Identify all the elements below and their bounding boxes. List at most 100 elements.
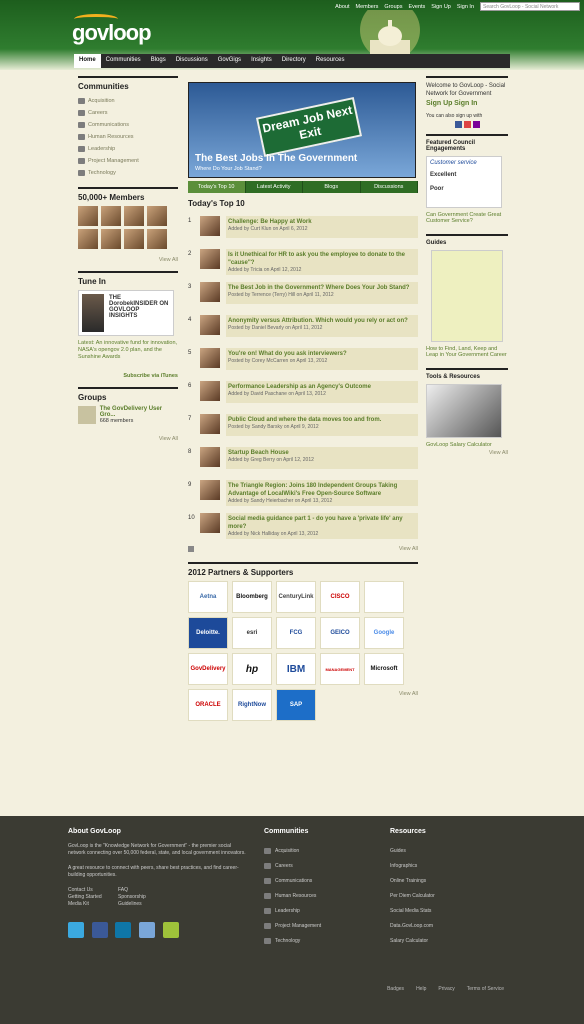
item-title[interactable]: Challenge: Be Happy at Work	[228, 218, 416, 226]
community-acquisition[interactable]: Acquisition	[78, 95, 178, 107]
avatar[interactable]	[101, 229, 121, 249]
signin-link[interactable]: Sign In	[457, 4, 474, 10]
google-icon[interactable]	[463, 121, 471, 128]
survey-image[interactable]: Customer service Excellent Poor	[426, 156, 502, 208]
avatar[interactable]	[124, 229, 144, 249]
about-link[interactable]: About	[335, 4, 349, 10]
rss-icon[interactable]	[188, 546, 194, 552]
terms-link[interactable]: Terms of Service	[467, 986, 504, 992]
nav-blogs[interactable]: Blogs	[146, 54, 171, 68]
tunein-banner[interactable]: THE DorobekINSIDER ON GOVLOOP INSIGHTS	[78, 290, 174, 336]
getting-started-link[interactable]: Getting Started	[68, 894, 118, 901]
events-link[interactable]: Events	[408, 4, 425, 10]
item-title[interactable]: The Best Job in the Government? Where Do…	[228, 284, 416, 292]
members-link[interactable]: Members	[356, 4, 379, 10]
partner-logo[interactable]: ORACLE	[188, 689, 228, 721]
tab-top10[interactable]: Today's Top 10	[188, 181, 246, 193]
footer-resource-item[interactable]: Social Media Stats	[390, 903, 510, 918]
item-title[interactable]: You're on! What do you ask interviewers?	[228, 350, 416, 358]
media-kit-link[interactable]: Media Kit	[68, 901, 118, 908]
android-icon[interactable]	[162, 922, 179, 938]
partner-logo[interactable]: FCG	[276, 617, 316, 649]
avatar[interactable]	[124, 206, 144, 226]
nav-insights[interactable]: Insights	[246, 54, 277, 68]
sponsorship-link[interactable]: Sponsorship	[118, 894, 178, 901]
community-hr[interactable]: Human Resources	[78, 131, 178, 143]
community-leadership[interactable]: Leadership	[78, 143, 178, 155]
logo[interactable]: govloop	[72, 14, 152, 46]
nav-govgigs[interactable]: GovGigs	[213, 54, 246, 68]
avatar[interactable]	[200, 381, 220, 401]
featured-link[interactable]: Can Government Create Great Customer Ser…	[426, 212, 508, 224]
calculator-image[interactable]	[426, 384, 502, 438]
partner-logo[interactable]: MANAGEMENT	[320, 653, 360, 685]
nav-home[interactable]: Home	[74, 54, 101, 68]
twitter-icon[interactable]	[68, 922, 84, 938]
avatar[interactable]	[200, 480, 220, 500]
nav-resources[interactable]: Resources	[311, 54, 350, 68]
tools-view-all[interactable]: View All	[426, 450, 508, 456]
footer-community-item[interactable]: Human Resources	[264, 888, 374, 903]
groups-view-all[interactable]: View All	[78, 436, 178, 442]
nav-communities[interactable]: Communities	[101, 54, 146, 68]
avatar[interactable]	[200, 315, 220, 335]
footer-community-item[interactable]: Technology	[264, 933, 374, 948]
signup-button[interactable]: Sign Up	[426, 100, 452, 107]
partner-logo[interactable]: CISCO	[320, 581, 360, 613]
contact-link[interactable]: Contact Us	[68, 887, 118, 894]
subscribe-itunes[interactable]: Subscribe via iTunes	[78, 373, 178, 379]
linkedin-icon[interactable]	[115, 922, 132, 938]
avatar[interactable]	[200, 249, 220, 269]
footer-resource-item[interactable]: Guides	[390, 843, 510, 858]
avatar[interactable]	[200, 513, 220, 533]
partner-logo[interactable]: Deloitte.	[188, 617, 228, 649]
item-title[interactable]: Performance Leadership as an Agency's Ou…	[228, 383, 416, 391]
yahoo-icon[interactable]	[472, 121, 480, 128]
guides-image[interactable]	[431, 250, 503, 342]
signin-button[interactable]: Sign In	[454, 100, 477, 107]
avatar[interactable]	[200, 447, 220, 467]
footer-resource-item[interactable]: Per Diem Calculator	[390, 888, 510, 903]
members-view-all[interactable]: View All	[78, 257, 178, 263]
tab-blogs[interactable]: Blogs	[303, 181, 361, 193]
nav-directory[interactable]: Directory	[277, 54, 311, 68]
tab-latest[interactable]: Latest Activity	[245, 181, 303, 193]
avatar[interactable]	[78, 206, 98, 226]
avatar[interactable]	[200, 414, 220, 434]
partner-logo[interactable]	[364, 581, 404, 613]
footer-community-item[interactable]: Communications	[264, 873, 374, 888]
top10-view-all[interactable]: View All	[399, 546, 418, 552]
avatar[interactable]	[147, 229, 167, 249]
partner-logo[interactable]: CenturyLink	[276, 581, 316, 613]
partner-logo[interactable]: Microsoft	[364, 653, 404, 685]
avatar[interactable]	[200, 282, 220, 302]
partner-logo[interactable]: Bloomberg	[232, 581, 272, 613]
footer-resource-item[interactable]: Online Trainings	[390, 873, 510, 888]
item-title[interactable]: Public Cloud and where the data moves to…	[228, 416, 416, 424]
community-careers[interactable]: Careers	[78, 107, 178, 119]
partner-logo[interactable]: Google	[364, 617, 404, 649]
guidelines-link[interactable]: Guidelines	[118, 901, 178, 908]
footer-community-item[interactable]: Project Management	[264, 918, 374, 933]
facebook-icon[interactable]	[91, 922, 108, 938]
partner-logo[interactable]: GEICO	[320, 617, 360, 649]
tab-discussions[interactable]: Discussions	[360, 181, 418, 193]
tools-link[interactable]: GovLoop Salary Calculator	[426, 442, 508, 448]
ios-app-icon[interactable]	[139, 922, 156, 938]
partner-logo[interactable]: RightNow	[232, 689, 272, 721]
community-communications[interactable]: Communications	[78, 119, 178, 131]
avatar[interactable]	[200, 348, 220, 368]
avatar[interactable]	[147, 206, 167, 226]
badges-link[interactable]: Badges	[387, 986, 404, 992]
partner-logo[interactable]: hp	[232, 653, 272, 685]
partner-logo[interactable]: Aetna	[188, 581, 228, 613]
signup-link[interactable]: Sign Up	[431, 4, 451, 10]
facebook-icon[interactable]	[454, 121, 462, 128]
item-title[interactable]: Anonymity versus Attribution. Which woul…	[228, 317, 416, 325]
avatar[interactable]	[78, 229, 98, 249]
item-title[interactable]: Startup Beach House	[228, 449, 416, 457]
faq-link[interactable]: FAQ	[118, 887, 178, 894]
group-name[interactable]: The GovDelivery User Gro...	[100, 406, 178, 418]
footer-community-item[interactable]: Leadership	[264, 903, 374, 918]
group-item[interactable]: The GovDelivery User Gro... 668 members	[78, 406, 178, 424]
